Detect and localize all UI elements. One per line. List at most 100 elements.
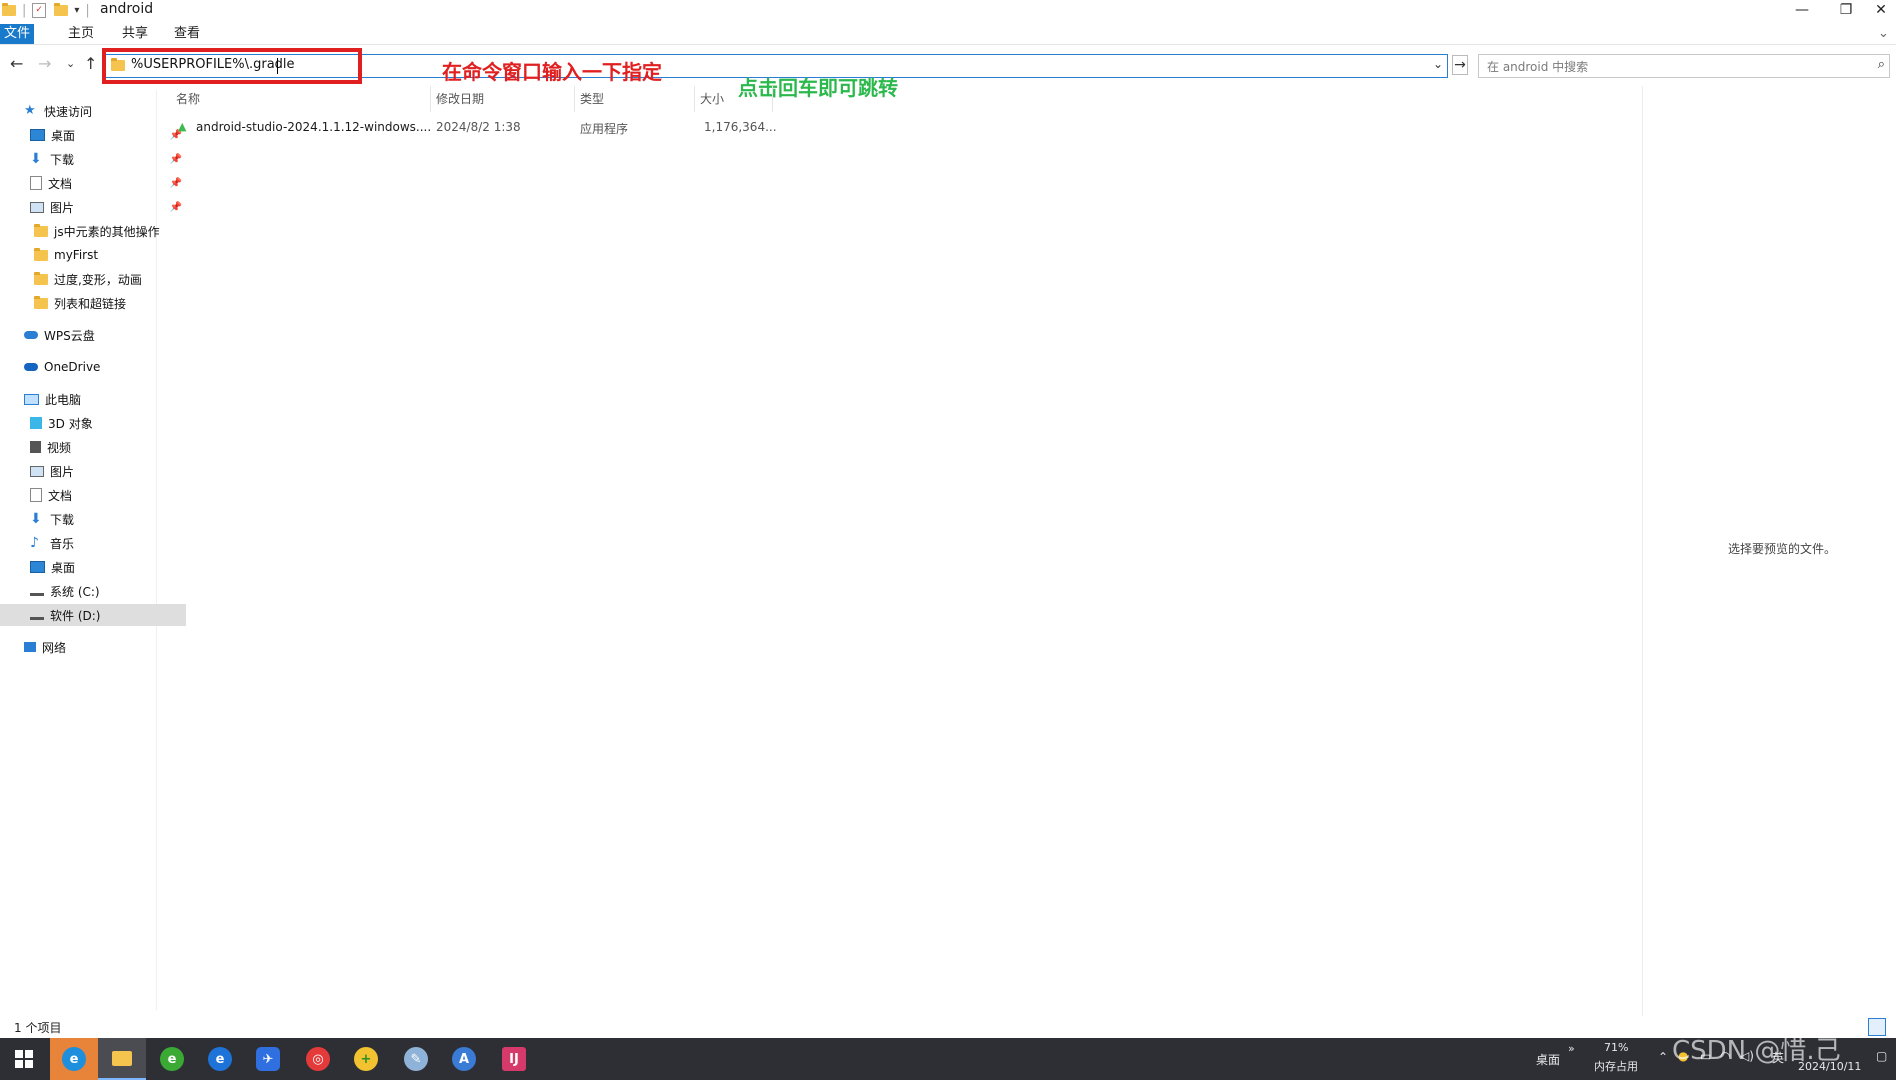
recent-locations-button[interactable]: ⌄ [66, 57, 75, 70]
sidebar-item-downloads[interactable]: ⬇ 下载 📌 [0, 148, 186, 170]
search-box[interactable]: 在 android 中搜索 ⌕ [1478, 54, 1890, 78]
taskbar-paint[interactable]: ✎ [392, 1038, 440, 1080]
go-button[interactable]: → [1452, 55, 1468, 75]
start-button[interactable] [0, 1038, 48, 1080]
taskbar-feishu[interactable]: ✈ [244, 1038, 292, 1080]
forward-button[interactable]: → [38, 54, 51, 73]
sidebar-item-documents[interactable]: 文档 📌 [0, 172, 186, 194]
restore-button[interactable]: ❐ [1826, 0, 1866, 20]
sidebar-item-pictures[interactable]: 图片 📌 [0, 196, 186, 218]
sidebar-item-folder[interactable]: 列表和超链接 [0, 292, 190, 314]
tab-home[interactable]: 主页 [58, 24, 104, 44]
text-caret [277, 58, 278, 74]
pin-icon: 📌 [169, 201, 182, 213]
notification-icon[interactable]: ▢ [1876, 1049, 1887, 1063]
minimize-button[interactable]: — [1782, 0, 1822, 20]
sidebar-item-this-pc[interactable]: 此电脑 [0, 388, 180, 410]
sidebar-item-pictures-pc[interactable]: 图片 [0, 460, 186, 482]
sidebar-item-downloads-pc[interactable]: ⬇ 下载 [0, 508, 186, 530]
properties-icon[interactable]: ✓ [32, 2, 47, 18]
column-header-type[interactable]: 类型 [580, 90, 604, 110]
title-bar: | ✓ ▾ | android — ❐ ✕ [0, 0, 1896, 22]
navigation-pane: ★ 快速访问 桌面 📌 ⬇ 下载 📌 文档 📌 图片 📌 js中元素的其他操作 … [0, 90, 186, 1010]
sidebar-item-network[interactable]: 网络 [0, 636, 180, 658]
folder-icon [111, 58, 125, 71]
column-header-size[interactable]: 大小 [700, 90, 724, 110]
search-input[interactable]: 在 android 中搜索 [1487, 58, 1588, 75]
up-button[interactable]: ↑ [84, 54, 97, 73]
desktop-toolbar-label[interactable]: 桌面 [1536, 1051, 1560, 1068]
memory-label: 内存占用 [1594, 1060, 1638, 1073]
sidebar-item-drive-d[interactable]: 软件 (D:) [0, 604, 186, 626]
tab-file[interactable]: 文件 [0, 24, 34, 44]
sidebar-item-documents-pc[interactable]: 文档 [0, 484, 186, 506]
taskbar-360-security[interactable]: + [342, 1038, 390, 1080]
taskbar-file-explorer[interactable] [98, 1038, 146, 1080]
taskbar-intellij[interactable]: IJ [490, 1038, 538, 1080]
taskbar-ie[interactable]: e [196, 1038, 244, 1080]
desktop-icon [30, 129, 45, 141]
folder-icon [112, 1050, 132, 1066]
sidebar-item-3d-objects[interactable]: 3D 对象 [0, 412, 186, 434]
tab-view[interactable]: 查看 [164, 24, 210, 44]
watermark: CSDN @惜.己 [1672, 1036, 1841, 1066]
chevron-icon[interactable]: » [1568, 1042, 1575, 1055]
sidebar-item-wps-cloud[interactable]: WPS云盘 [0, 324, 180, 346]
preview-pane-divider[interactable] [1642, 86, 1643, 1016]
cube-icon [30, 417, 42, 429]
column-divider[interactable] [574, 86, 575, 112]
sidebar-item-folder[interactable]: js中元素的其他操作 [0, 220, 190, 242]
window-title: android [100, 1, 154, 17]
taskbar: e e e ✈ ◎ + ✎ A IJ 桌面 » 71% 内存占用 ⌃ ● ▭ ◠… [0, 1038, 1896, 1080]
column-divider[interactable] [772, 86, 773, 112]
taskbar-netease-music[interactable]: ◎ [294, 1038, 342, 1080]
taskbar-360-browser[interactable]: e [148, 1038, 196, 1080]
search-icon[interactable]: ⌕ [1878, 57, 1885, 72]
close-button[interactable]: ✕ [1866, 0, 1896, 20]
sidebar-item-quick-access[interactable]: ★ 快速访问 [0, 100, 180, 122]
android-icon: ▲ [178, 120, 187, 133]
taskbar-edge[interactable]: e [50, 1038, 98, 1080]
show-hidden-icons-icon[interactable]: ⌃ [1658, 1050, 1668, 1064]
sidebar-item-drive-c[interactable]: 系统 (C:) [0, 580, 186, 602]
folder-icon [34, 295, 48, 309]
ie-icon: e [208, 1047, 232, 1071]
sidebar-item-desktop-pc[interactable]: 桌面 [0, 556, 186, 578]
folder-icon [2, 2, 16, 16]
address-input[interactable]: %USERPROFILE%\.gradle [131, 57, 295, 72]
address-dropdown-icon[interactable]: ⌄ [1433, 57, 1443, 71]
sidebar-item-folder[interactable]: 过度,变形，动画 [0, 268, 190, 290]
picture-icon [30, 201, 44, 213]
video-icon [30, 441, 41, 453]
column-divider[interactable] [694, 86, 695, 112]
computer-icon [24, 393, 39, 405]
android-studio-icon: A [452, 1047, 476, 1071]
sidebar-item-videos[interactable]: 视频 [0, 436, 186, 458]
bird-icon: ✈ [256, 1047, 280, 1071]
table-row[interactable]: ▲ android-studio-2024.1.1.12-windows....… [170, 118, 777, 138]
sidebar-item-music[interactable]: ♪ 音乐 [0, 532, 186, 554]
details-view-icon[interactable] [1868, 1018, 1886, 1036]
column-header-name[interactable]: 名称 [176, 90, 200, 110]
sidebar-item-desktop[interactable]: 桌面 📌 [0, 124, 186, 146]
new-folder-icon[interactable] [54, 2, 69, 16]
tab-share[interactable]: 共享 [112, 24, 158, 44]
file-date: 2024/8/2 1:38 [436, 120, 521, 134]
document-icon [30, 176, 42, 190]
sidebar-item-onedrive[interactable]: OneDrive [0, 356, 180, 378]
taskbar-android-studio[interactable]: A [440, 1038, 488, 1080]
edge-icon: e [62, 1047, 86, 1071]
customize-toolbar-icon[interactable]: ▾ [74, 5, 79, 16]
column-divider[interactable] [430, 86, 431, 112]
folder-icon [34, 223, 48, 237]
ribbon-expand-icon[interactable]: ⌄ [1868, 24, 1896, 44]
intellij-icon: IJ [502, 1047, 526, 1071]
quick-access-toolbar: | ✓ ▾ | [2, 2, 96, 18]
folder-icon [34, 271, 48, 285]
sidebar-item-folder[interactable]: myFirst [0, 244, 190, 266]
navigation-bar: ← → ⌄ ↑ %USERPROFILE%\.gradle ⌄ → 在 andr… [0, 46, 1896, 84]
back-button[interactable]: ← [10, 54, 23, 73]
plus-shield-icon: + [354, 1047, 378, 1071]
column-header-date[interactable]: 修改日期 [436, 90, 484, 110]
memory-percent: 71% [1604, 1041, 1629, 1054]
